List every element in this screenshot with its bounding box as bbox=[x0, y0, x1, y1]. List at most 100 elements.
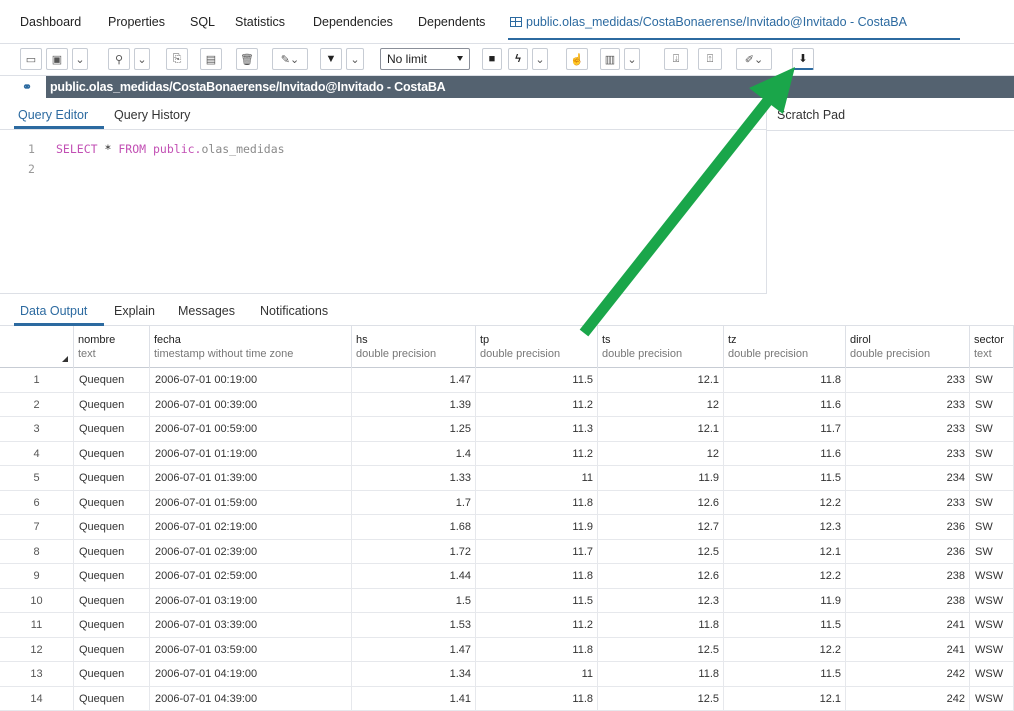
cell-nombre[interactable]: Quequen bbox=[74, 441, 150, 466]
row-limit-select[interactable]: No limit bbox=[380, 48, 470, 70]
table-row[interactable]: 6 Quequen 2006-07-01 01:59:00 1.7 11.8 12.6 12… bbox=[0, 490, 1014, 515]
cell-tz[interactable]: 12.2 bbox=[724, 637, 846, 662]
cell-tz[interactable]: 12.1 bbox=[724, 539, 846, 564]
filter-button[interactable]: ▼ bbox=[320, 48, 342, 70]
cell-tz[interactable]: 11.7 bbox=[724, 417, 846, 442]
cell-ts[interactable]: 11.8 bbox=[598, 662, 724, 687]
cell-tp[interactable]: 11.5 bbox=[476, 368, 598, 393]
cell-ts[interactable]: 12.1 bbox=[598, 417, 724, 442]
cell-tz[interactable]: 11.8 bbox=[724, 368, 846, 393]
cell-hs[interactable]: 1.53 bbox=[352, 613, 476, 638]
cell-tp[interactable]: 11 bbox=[476, 466, 598, 491]
column-header-nombre[interactable]: nombre text bbox=[74, 326, 150, 368]
cell-nombre[interactable]: Quequen bbox=[74, 368, 150, 393]
table-row[interactable]: 5 Quequen 2006-07-01 01:39:00 1.33 11 11.9 11.… bbox=[0, 466, 1014, 491]
download-csv-button[interactable]: ⬇ bbox=[792, 48, 814, 70]
execute-options-dropdown[interactable]: ⌄ bbox=[532, 48, 548, 70]
tab-dependents[interactable]: Dependents bbox=[418, 15, 485, 29]
cell-hs[interactable]: 1.4 bbox=[352, 441, 476, 466]
cell-sector[interactable]: WSW bbox=[970, 686, 1014, 711]
cell-hs[interactable]: 1.47 bbox=[352, 368, 476, 393]
tab-query-tool[interactable]: public.olas_medidas/CostaBonaerense/Invi… bbox=[510, 15, 907, 29]
cell-tp[interactable]: 11.8 bbox=[476, 637, 598, 662]
cell-fecha[interactable]: 2006-07-01 02:19:00 bbox=[150, 515, 352, 540]
cell-tz[interactable]: 11.6 bbox=[724, 441, 846, 466]
column-header-sector[interactable]: sector text bbox=[970, 326, 1014, 368]
cell-tz[interactable]: 11.9 bbox=[724, 588, 846, 613]
cell-dirol[interactable]: 241 bbox=[846, 613, 970, 638]
explain-options-dropdown[interactable]: ⌄ bbox=[624, 48, 640, 70]
cell-tz[interactable]: 11.5 bbox=[724, 613, 846, 638]
cell-fecha[interactable]: 2006-07-01 04:19:00 bbox=[150, 662, 352, 687]
table-row[interactable]: 2 Quequen 2006-07-01 00:39:00 1.39 11.2 12 11.… bbox=[0, 392, 1014, 417]
connection-icon[interactable]: ⚭ bbox=[22, 80, 32, 94]
tab-dashboard[interactable]: Dashboard bbox=[20, 15, 81, 29]
cell-dirol[interactable]: 233 bbox=[846, 490, 970, 515]
cell-sector[interactable]: SW bbox=[970, 466, 1014, 491]
cell-nombre[interactable]: Quequen bbox=[74, 515, 150, 540]
cell-ts[interactable]: 12.6 bbox=[598, 564, 724, 589]
table-row[interactable]: 3 Quequen 2006-07-01 00:59:00 1.25 11.3 12.1 1… bbox=[0, 417, 1014, 442]
cell-ts[interactable]: 12.5 bbox=[598, 686, 724, 711]
tab-messages[interactable]: Messages bbox=[178, 304, 235, 318]
cell-nombre[interactable]: Quequen bbox=[74, 662, 150, 687]
cell-ts[interactable]: 12.5 bbox=[598, 539, 724, 564]
cell-hs[interactable]: 1.5 bbox=[352, 588, 476, 613]
cell-nombre[interactable]: Quequen bbox=[74, 637, 150, 662]
rollback-button[interactable]: ⍐ bbox=[698, 48, 722, 70]
cell-tp[interactable]: 11.9 bbox=[476, 515, 598, 540]
cell-ts[interactable]: 12.5 bbox=[598, 637, 724, 662]
cell-tp[interactable]: 11.2 bbox=[476, 613, 598, 638]
cell-tz[interactable]: 12.3 bbox=[724, 515, 846, 540]
cell-fecha[interactable]: 2006-07-01 00:59:00 bbox=[150, 417, 352, 442]
column-header-tp[interactable]: tp double precision bbox=[476, 326, 598, 368]
cell-sector[interactable]: SW bbox=[970, 539, 1014, 564]
cell-nombre[interactable]: Quequen bbox=[74, 417, 150, 442]
cell-tp[interactable]: 11.5 bbox=[476, 588, 598, 613]
cell-hs[interactable]: 1.7 bbox=[352, 490, 476, 515]
row-number[interactable]: 9 bbox=[0, 564, 74, 589]
row-number[interactable]: 3 bbox=[0, 417, 74, 442]
column-header-fecha[interactable]: fecha timestamp without time zone bbox=[150, 326, 352, 368]
cell-ts[interactable]: 12.3 bbox=[598, 588, 724, 613]
row-number[interactable]: 6 bbox=[0, 490, 74, 515]
table-row[interactable]: 10 Quequen 2006-07-01 03:19:00 1.5 11.5 12.3 1… bbox=[0, 588, 1014, 613]
sql-editor[interactable]: 1 2 SELECT * FROM public.olas_medidas bbox=[0, 130, 766, 294]
row-number[interactable]: 4 bbox=[0, 441, 74, 466]
cell-hs[interactable]: 1.33 bbox=[352, 466, 476, 491]
cell-ts[interactable]: 12 bbox=[598, 392, 724, 417]
explain-button[interactable]: ☝ bbox=[566, 48, 588, 70]
cell-sector[interactable]: SW bbox=[970, 368, 1014, 393]
row-number[interactable]: 7 bbox=[0, 515, 74, 540]
cell-tp[interactable]: 11.2 bbox=[476, 441, 598, 466]
column-header-tz[interactable]: tz double precision bbox=[724, 326, 846, 368]
cell-fecha[interactable]: 2006-07-01 04:39:00 bbox=[150, 686, 352, 711]
cell-tz[interactable]: 11.5 bbox=[724, 662, 846, 687]
row-number[interactable]: 10 bbox=[0, 588, 74, 613]
cell-fecha[interactable]: 2006-07-01 00:19:00 bbox=[150, 368, 352, 393]
cell-hs[interactable]: 1.47 bbox=[352, 637, 476, 662]
table-row[interactable]: 14 Quequen 2006-07-01 04:39:00 1.41 11.8 12.5… bbox=[0, 686, 1014, 711]
cell-fecha[interactable]: 2006-07-01 01:19:00 bbox=[150, 441, 352, 466]
cell-hs[interactable]: 1.72 bbox=[352, 539, 476, 564]
row-number[interactable]: 13 bbox=[0, 662, 74, 687]
explain-analyze-button[interactable]: ▥ bbox=[600, 48, 620, 70]
cell-tp[interactable]: 11.7 bbox=[476, 539, 598, 564]
cell-fecha[interactable]: 2006-07-01 01:39:00 bbox=[150, 466, 352, 491]
tab-properties[interactable]: Properties bbox=[108, 15, 165, 29]
cell-fecha[interactable]: 2006-07-01 03:19:00 bbox=[150, 588, 352, 613]
cell-sector[interactable]: SW bbox=[970, 441, 1014, 466]
tab-query-editor[interactable]: Query Editor bbox=[18, 108, 88, 122]
cell-hs[interactable]: 1.34 bbox=[352, 662, 476, 687]
table-row[interactable]: 8 Quequen 2006-07-01 02:39:00 1.72 11.7 12.5 1… bbox=[0, 539, 1014, 564]
table-row[interactable]: 7 Quequen 2006-07-01 02:19:00 1.68 11.9 12.7 1… bbox=[0, 515, 1014, 540]
delete-button[interactable]: 🗑︎ bbox=[236, 48, 258, 70]
cell-hs[interactable]: 1.25 bbox=[352, 417, 476, 442]
find-options-dropdown[interactable]: ⌄ bbox=[134, 48, 150, 70]
table-row[interactable]: 1 Quequen 2006-07-01 00:19:00 1.47 11.5 12.1 1… bbox=[0, 368, 1014, 393]
row-number[interactable]: 8 bbox=[0, 539, 74, 564]
cell-dirol[interactable]: 236 bbox=[846, 539, 970, 564]
stop-button[interactable]: ■ bbox=[482, 48, 502, 70]
cell-tp[interactable]: 11.2 bbox=[476, 392, 598, 417]
cell-fecha[interactable]: 2006-07-01 02:59:00 bbox=[150, 564, 352, 589]
